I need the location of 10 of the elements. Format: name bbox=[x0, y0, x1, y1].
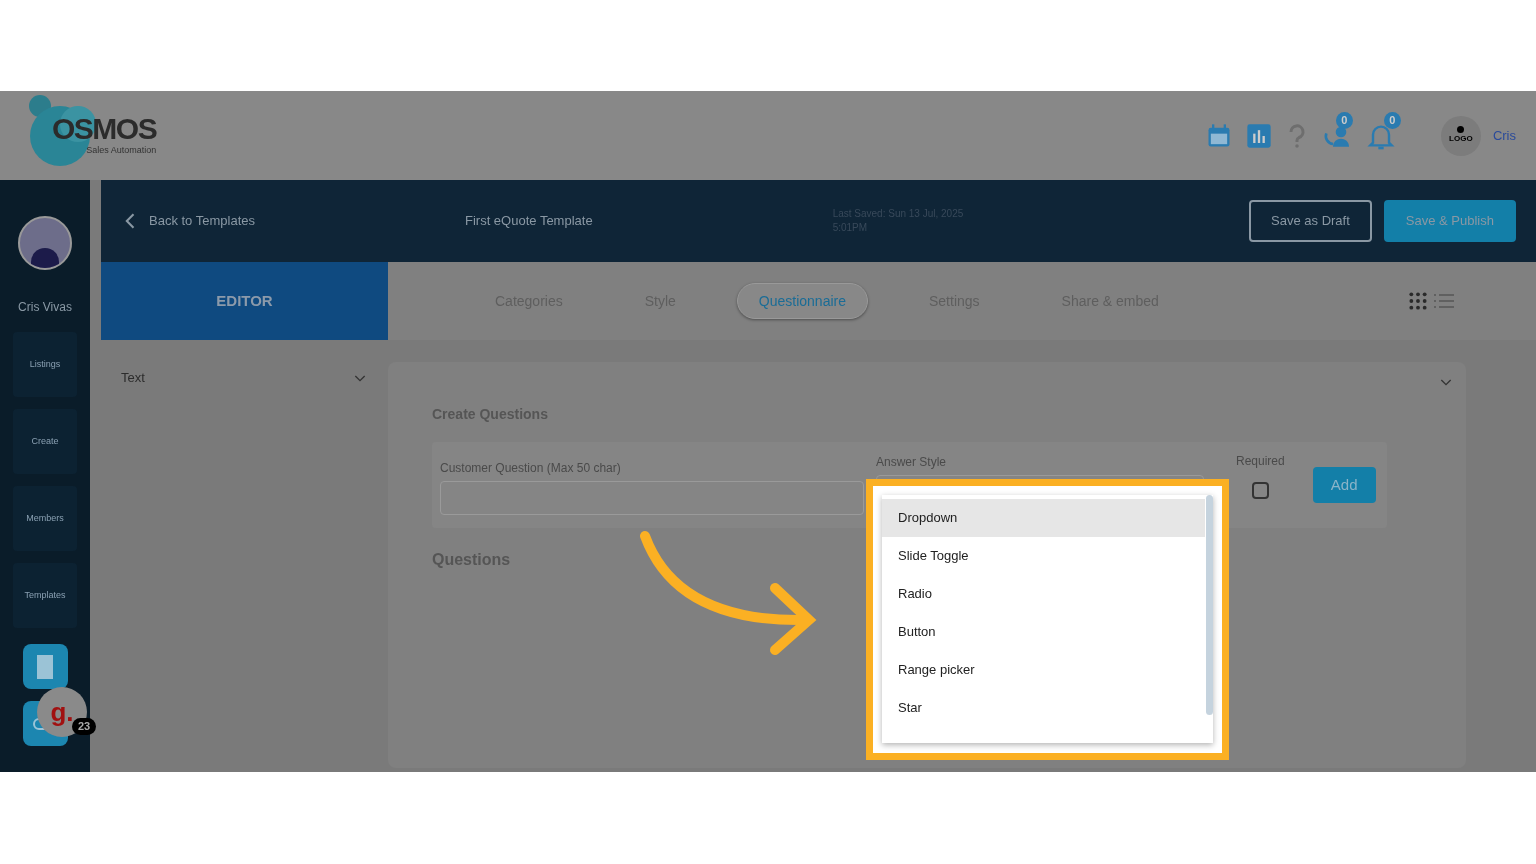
template-name: First eQuote Template bbox=[465, 212, 593, 231]
company-logo: LOGO bbox=[1440, 115, 1481, 156]
logo-tagline: Sales Automation bbox=[86, 143, 157, 157]
sidebar-user-name: Cris Vivas bbox=[18, 299, 72, 316]
chat-count-badge: 23 bbox=[72, 718, 97, 735]
notification-badge: 0 bbox=[1383, 111, 1401, 129]
field-label: Customer Question (Max 50 char) bbox=[440, 460, 622, 477]
notification-badge: 0 bbox=[1335, 111, 1353, 129]
field-label: Answer Style bbox=[876, 454, 948, 471]
field-label: Required bbox=[1236, 452, 1285, 470]
